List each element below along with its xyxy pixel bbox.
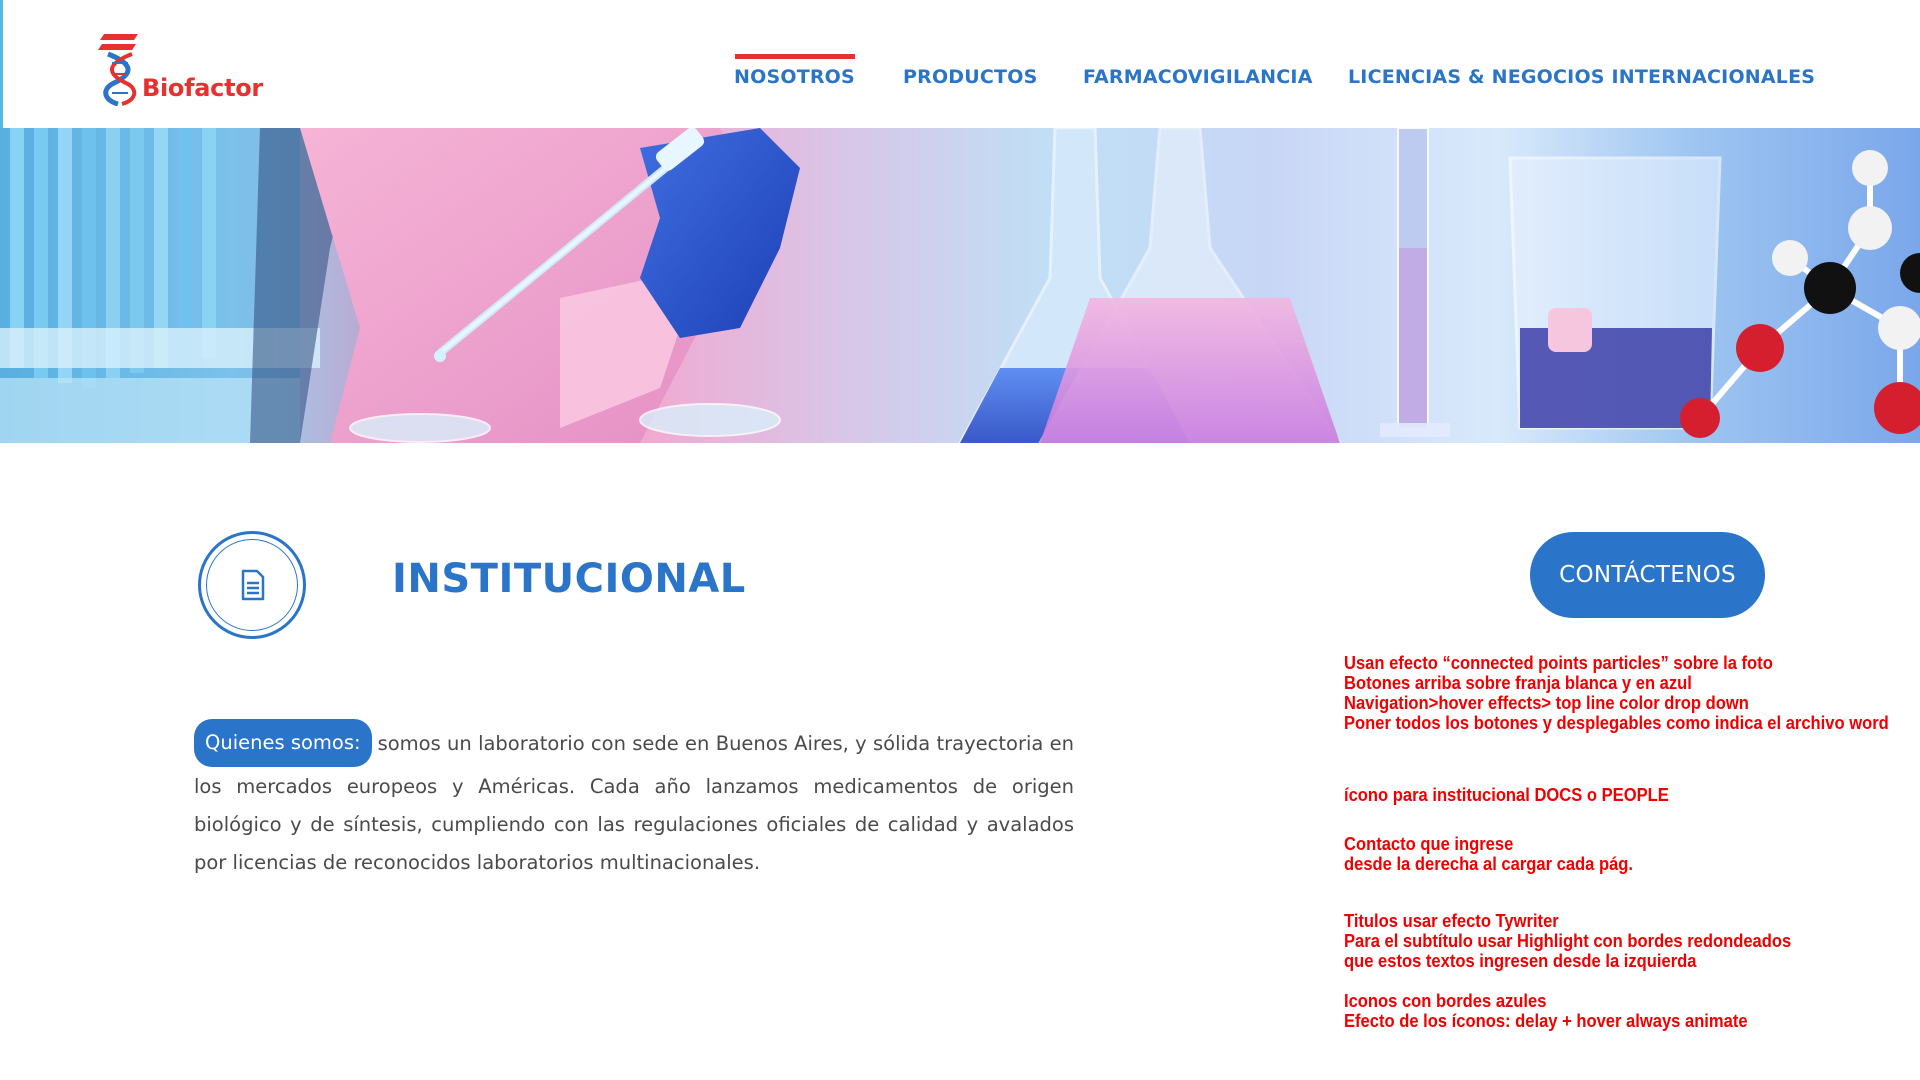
note-line: Iconos con bordes azules	[1344, 991, 1547, 1011]
design-notes-titles: Titulos usar efecto Tywriter Para el sub…	[1344, 911, 1791, 971]
note-line: Efecto de los íconos: delay + hover alwa…	[1344, 1011, 1748, 1031]
design-notes-contact: Contacto que ingrese desde la derecha al…	[1344, 834, 1633, 874]
note-line: Navigation>hover effects> top line color…	[1344, 693, 1749, 713]
note-line: Contacto que ingrese	[1344, 834, 1514, 854]
note-line: desde la derecha al cargar cada pág.	[1344, 854, 1634, 874]
subtitle-highlight: Quienes somos:	[194, 719, 372, 767]
hero-lab-image	[0, 128, 1920, 443]
note-line: que estos textos ingresen desde la izqui…	[1344, 951, 1697, 971]
design-notes-icon: ícono para institucional DOCS o PEOPLE	[1344, 785, 1669, 805]
design-notes-effects: Usan efecto “connected points particles”…	[1344, 653, 1889, 733]
note-line: Poner todos los botones y desplegables c…	[1344, 713, 1889, 733]
institucional-icon-circle	[198, 531, 306, 639]
nav-licencias-negocios[interactable]: LICENCIAS & NEGOCIOS INTERNACIONALES	[1348, 66, 1815, 88]
nav-productos[interactable]: PRODUCTOS	[903, 66, 1037, 88]
contact-button[interactable]: CONTÁCTENOS	[1530, 532, 1765, 618]
lab-illustration	[0, 128, 1920, 443]
note-line: Titulos usar efecto Tywriter	[1344, 911, 1559, 931]
nav-farmacovigilancia[interactable]: FARMACOVIGILANCIA	[1083, 66, 1313, 88]
design-notes-icons: Iconos con bordes azules Efecto de los í…	[1344, 991, 1748, 1031]
page-title: INSTITUCIONAL	[392, 556, 746, 602]
note-line: Usan efecto “connected points particles”…	[1344, 653, 1773, 673]
main-navigation: NOSOTROS PRODUCTOS FARMACOVIGILANCIA LIC…	[0, 0, 1920, 128]
note-line: Botones arriba sobre franja blanca y en …	[1344, 673, 1692, 693]
nav-nosotros[interactable]: NOSOTROS	[734, 54, 855, 88]
note-line: ícono para institucional DOCS o PEOPLE	[1344, 785, 1669, 805]
note-line: Para el subtítulo usar Highlight con bor…	[1344, 931, 1792, 951]
site-header: Biofactor NOSOTROS PRODUCTOS FARMACOVIGI…	[0, 0, 1920, 128]
document-icon	[241, 569, 265, 601]
intro-paragraph: Quienes somos: somos un laboratorio con s…	[194, 719, 1074, 882]
